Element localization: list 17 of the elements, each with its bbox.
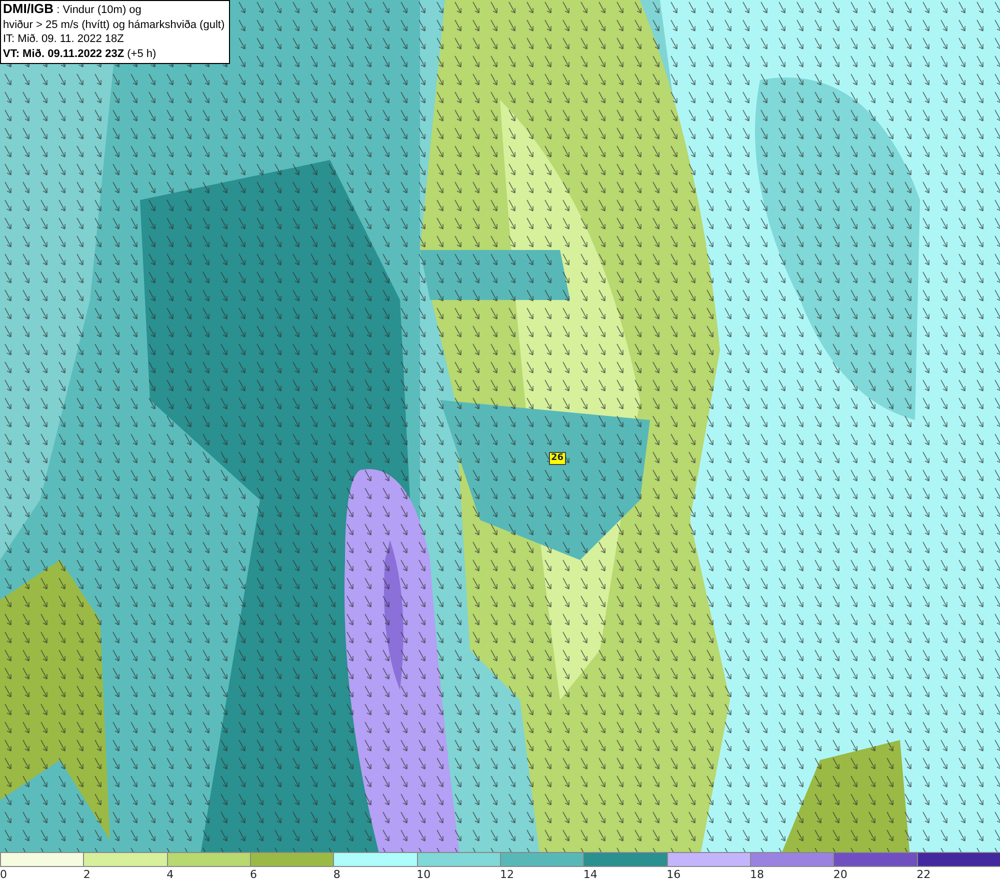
legend-tick-label: 22 <box>916 868 931 882</box>
caption-line: DMI/IGB : Vindur (10m) og <box>3 2 142 18</box>
legend-tick-label: 6 <box>250 868 257 882</box>
caption-line: IT: Mið. 09. 11. 2022 18Z <box>3 32 125 46</box>
legend-tick-label: 10 <box>416 868 431 882</box>
legend-tick-label: 14 <box>583 868 598 882</box>
legend-tick-label: 12 <box>500 868 514 882</box>
caption-line: hviður > 25 m/s (hvítt) og hámarkshviða (gult) <box>3 18 225 32</box>
gust-marker: 26 <box>549 452 566 465</box>
legend-tick-label: 0 <box>0 868 7 882</box>
legend-tick-label: 16 <box>666 868 681 882</box>
legend-tick-label: 4 <box>166 868 174 882</box>
legend-tick-label: 8 <box>333 868 340 882</box>
legend-tick-label: 20 <box>833 868 848 882</box>
legend-tick-label: 2 <box>83 868 90 882</box>
caption-line: VT: Mið. 09.11.2022 23Z (+5 h) <box>3 46 158 61</box>
legend-tick-label: 18 <box>750 868 764 882</box>
